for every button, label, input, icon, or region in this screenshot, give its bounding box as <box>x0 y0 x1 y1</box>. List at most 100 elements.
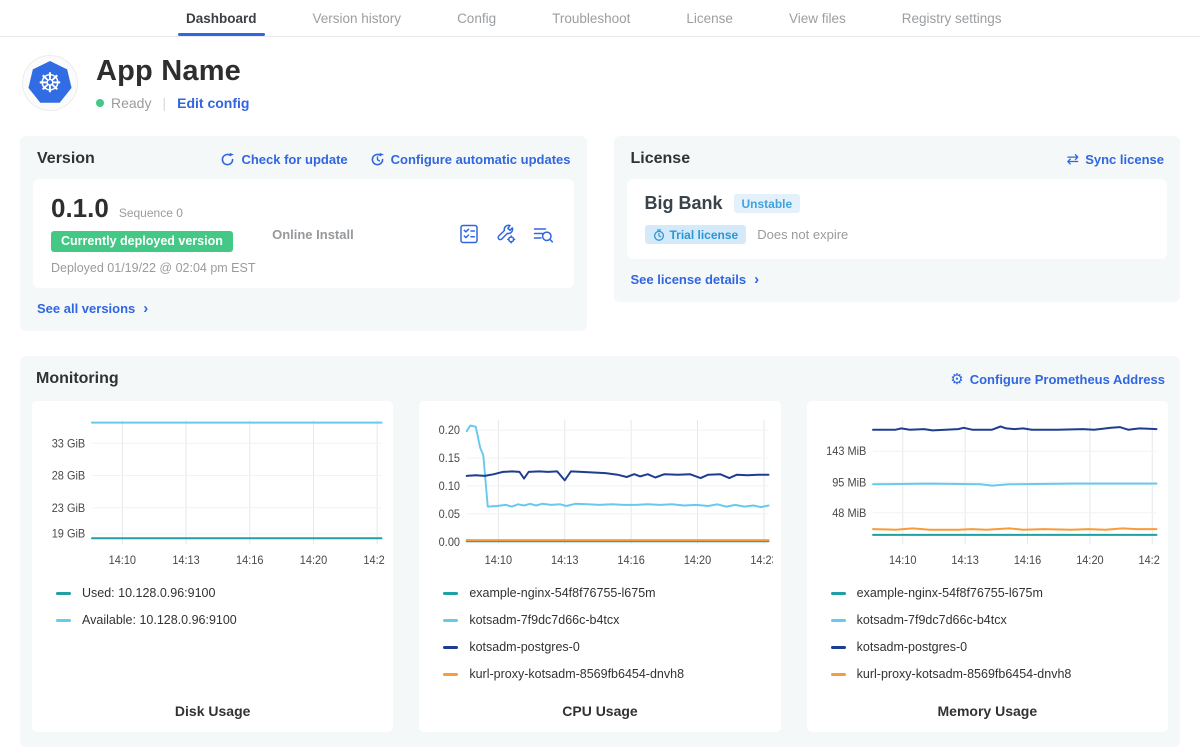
status-dot-icon <box>96 99 104 107</box>
tab-troubleshoot[interactable]: Troubleshoot <box>552 0 630 36</box>
legend-label: example-nginx-54f8f76755-l675m <box>857 586 1043 600</box>
chevron-right-icon: › <box>754 271 759 288</box>
legend-label: kurl-proxy-kotsadm-8569fb6454-dnvh8 <box>469 667 684 681</box>
page-title: App Name <box>96 55 249 88</box>
legend-color-swatch <box>831 592 846 595</box>
deployed-version-badge: Currently deployed version <box>51 231 233 252</box>
license-section: License ⇄ Sync license Big Bank Unstable… <box>614 136 1181 302</box>
disk-usage-chart: 14:1014:1314:1614:2014:2333 GiB28 GiB23 … <box>40 413 385 571</box>
configure-automatic-updates-label: Configure automatic updates <box>391 152 571 167</box>
sync-license-label: Sync license <box>1085 152 1164 167</box>
release-notes-search-icon[interactable] <box>532 223 554 245</box>
disk-usage-chart-card: 14:1014:1314:1614:2014:2333 GiB28 GiB23 … <box>32 401 393 732</box>
memory-usage-legend: example-nginx-54f8f76755-l675m kotsadm-7f… <box>831 586 1160 681</box>
tab-view-files[interactable]: View files <box>789 0 846 36</box>
kubernetes-icon: ☸ <box>28 61 72 105</box>
svg-text:14:16: 14:16 <box>1013 555 1040 567</box>
configure-automatic-updates-button[interactable]: Configure automatic updates <box>370 152 571 167</box>
tab-label: Troubleshoot <box>552 11 630 26</box>
svg-text:0.20: 0.20 <box>439 425 460 437</box>
svg-text:0.00: 0.00 <box>439 537 460 549</box>
svg-text:143 MiB: 143 MiB <box>826 446 866 458</box>
tab-version-history[interactable]: Version history <box>313 0 402 36</box>
see-all-versions-label: See all versions <box>37 301 135 316</box>
version-section-title: Version <box>37 150 95 168</box>
svg-text:14:20: 14:20 <box>300 555 327 567</box>
legend-label: kotsadm-7f9dc7d66c-b4tcx <box>469 613 619 627</box>
legend-item: kotsadm-7f9dc7d66c-b4tcx <box>831 613 1160 627</box>
svg-text:14:16: 14:16 <box>236 555 263 567</box>
svg-text:14:20: 14:20 <box>1076 555 1103 567</box>
app-status: Ready <box>111 95 151 111</box>
disk-usage-legend: Used: 10.128.0.96:9100Available: 10.128.… <box>56 586 385 627</box>
legend-item: kurl-proxy-kotsadm-8569fb6454-dnvh8 <box>443 667 772 681</box>
divider: | <box>162 95 166 111</box>
license-customer-name: Big Bank <box>645 193 723 214</box>
refresh-icon <box>220 152 235 167</box>
legend-label: kurl-proxy-kotsadm-8569fb6454-dnvh8 <box>857 667 1072 681</box>
cpu-usage-legend: example-nginx-54f8f76755-l675m kotsadm-7f… <box>443 586 772 681</box>
configure-prometheus-label: Configure Prometheus Address <box>970 372 1165 387</box>
tab-license[interactable]: License <box>686 0 733 36</box>
check-for-update-label: Check for update <box>241 152 347 167</box>
legend-item: example-nginx-54f8f76755-l675m <box>443 586 772 600</box>
version-section: Version Check for update Configure autom… <box>20 136 587 331</box>
tab-label: Registry settings <box>902 11 1002 26</box>
check-for-update-button[interactable]: Check for update <box>220 152 347 167</box>
chevron-right-icon: › <box>143 300 148 317</box>
current-version-card: 0.1.0 Sequence 0 Currently deployed vers… <box>33 179 574 288</box>
svg-text:14:10: 14:10 <box>485 555 512 567</box>
tab-label: View files <box>789 11 846 26</box>
stopwatch-icon <box>653 229 665 241</box>
edit-config-icon[interactable] <box>495 223 517 245</box>
legend-color-swatch <box>831 619 846 622</box>
license-type-label: Trial license <box>670 228 739 242</box>
svg-text:0.05: 0.05 <box>439 509 460 521</box>
tab-config[interactable]: Config <box>457 0 496 36</box>
gear-icon: ⚙ <box>950 372 963 387</box>
see-license-details-label: See license details <box>631 272 747 287</box>
app-header: ☸ App Name Ready | Edit config <box>0 37 1200 111</box>
tab-registry-settings[interactable]: Registry settings <box>902 0 1002 36</box>
tab-label: Version history <box>313 11 402 26</box>
preflight-checks-icon[interactable] <box>458 223 480 245</box>
svg-text:14:20: 14:20 <box>684 555 711 567</box>
chart-title: Memory Usage <box>815 693 1160 719</box>
legend-item: kotsadm-postgres-0 <box>831 640 1160 654</box>
legend-color-swatch <box>56 619 71 622</box>
edit-config-link[interactable]: Edit config <box>177 95 249 111</box>
sync-license-button[interactable]: ⇄ Sync license <box>1067 152 1164 167</box>
version-number: 0.1.0 <box>51 193 109 224</box>
deployed-date: Deployed 01/19/22 @ 02:04 pm EST <box>51 261 272 275</box>
license-type-badge: Trial license <box>645 225 747 244</box>
install-type-label: Online Install <box>272 227 457 242</box>
legend-label: kotsadm-postgres-0 <box>857 640 967 654</box>
memory-usage-chart: 14:1014:1314:1614:2014:23143 MiB95 MiB48… <box>815 413 1160 571</box>
legend-color-swatch <box>831 646 846 649</box>
top-navigation: Dashboard Version history Config Trouble… <box>0 0 1200 37</box>
svg-text:14:13: 14:13 <box>551 555 578 567</box>
tab-label: Config <box>457 11 496 26</box>
cpu-usage-chart-card: 14:1014:1314:1614:2014:230.200.150.100.0… <box>419 401 780 732</box>
configure-prometheus-button[interactable]: ⚙ Configure Prometheus Address <box>950 372 1165 387</box>
legend-color-swatch <box>443 592 458 595</box>
legend-color-swatch <box>443 646 458 649</box>
svg-text:14:13: 14:13 <box>172 555 199 567</box>
svg-text:14:23: 14:23 <box>363 555 385 567</box>
version-sequence: Sequence 0 <box>119 206 183 220</box>
tab-dashboard[interactable]: Dashboard <box>186 0 257 36</box>
see-all-versions-link[interactable]: See all versions › <box>37 300 148 317</box>
legend-label: example-nginx-54f8f76755-l675m <box>469 586 655 600</box>
svg-text:95 MiB: 95 MiB <box>832 477 866 489</box>
legend-color-swatch <box>56 592 71 595</box>
svg-text:14:23: 14:23 <box>751 555 773 567</box>
svg-text:33 GiB: 33 GiB <box>52 438 85 450</box>
legend-label: Available: 10.128.0.96:9100 <box>82 613 237 627</box>
see-license-details-link[interactable]: See license details › <box>631 271 760 288</box>
memory-usage-chart-card: 14:1014:1314:1614:2014:23143 MiB95 MiB48… <box>807 401 1168 732</box>
monitoring-section: Monitoring ⚙ Configure Prometheus Addres… <box>20 356 1180 747</box>
svg-text:14:13: 14:13 <box>951 555 978 567</box>
channel-badge: Unstable <box>734 194 801 213</box>
svg-text:0.15: 0.15 <box>439 453 460 465</box>
svg-text:14:23: 14:23 <box>1138 555 1160 567</box>
